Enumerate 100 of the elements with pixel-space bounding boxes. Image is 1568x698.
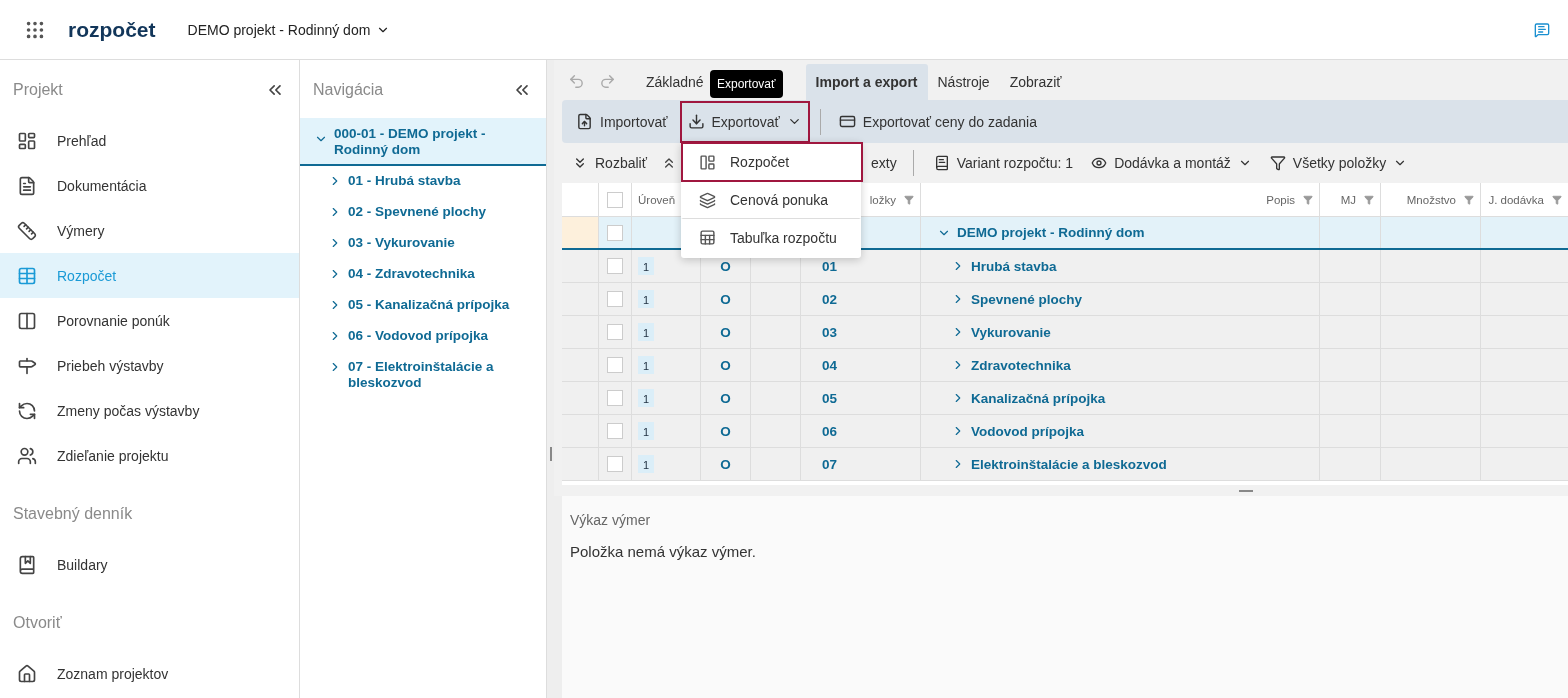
sidebar-item[interactable]: Zoznam projektov: [0, 651, 299, 696]
table-cell[interactable]: Zdravotechnika: [951, 357, 1071, 373]
table-cell: 01: [822, 258, 838, 274]
ribbon-button[interactable]: Importovať: [568, 100, 676, 143]
column-header: Popis: [1266, 193, 1295, 206]
level-badge: 1: [638, 323, 655, 341]
table-cell[interactable]: Spevnené plochy: [951, 291, 1083, 307]
card-icon: [838, 113, 856, 130]
table-cell[interactable]: Kanalizačná prípojka: [951, 390, 1106, 406]
table-cell: 07: [822, 456, 838, 472]
ribbon-button[interactable]: Exportovať: [679, 100, 810, 143]
table-cell: O: [720, 357, 731, 373]
column-header: Množstvo: [1406, 193, 1456, 206]
tree-item[interactable]: 06 - Vodovod prípojka: [300, 321, 546, 352]
table-cell: O: [720, 390, 731, 406]
sidebar-item[interactable]: Prehľad: [0, 118, 299, 163]
menu-item[interactable]: Rozpočet: [681, 142, 863, 182]
table-row[interactable]: 1 O 06 Vodovod prípojka: [562, 415, 1568, 448]
sidebar-item[interactable]: Zdieľanie projektu: [0, 433, 299, 478]
toolbar-button[interactable]: Variant rozpočtu: 1: [929, 155, 1078, 171]
level-badge: 1: [638, 389, 655, 407]
row-checkbox[interactable]: [607, 423, 623, 439]
filter-icon: [1269, 155, 1286, 171]
select-all-checkbox[interactable]: [607, 191, 623, 208]
book-icon: [933, 155, 950, 171]
row-checkbox[interactable]: [607, 258, 623, 274]
table-row[interactable]: 1 O 02 Spevnené plochy: [562, 283, 1568, 316]
section-title: Stavebný denník: [13, 505, 133, 523]
tree-item[interactable]: 05 - Kanalizačná prípojka: [300, 290, 546, 321]
row-checkbox[interactable]: [607, 456, 623, 472]
ribbon-tab[interactable]: Nástroje: [927, 64, 1000, 100]
toolbar-button[interactable]: Všetky položky: [1265, 155, 1412, 171]
table-row[interactable]: 1 O 05 Kanalizačná prípojka: [562, 382, 1568, 415]
table-cell[interactable]: Vodovod prípojka: [951, 423, 1084, 439]
table-cell: O: [720, 423, 731, 439]
project-selector[interactable]: DEMO projekt - Rodinný dom: [181, 20, 397, 39]
table-cell: O: [720, 291, 731, 307]
table-cell: 02: [822, 291, 838, 307]
eye-icon: [1091, 155, 1108, 171]
filter-icon[interactable]: [1464, 194, 1474, 205]
book-icon: [17, 554, 37, 575]
tree-item[interactable]: 01 - Hrubá stavba: [300, 166, 546, 197]
tree-item[interactable]: 07 - Elektroinštalácie a bleskozvod: [300, 352, 546, 399]
level-badge: 1: [638, 356, 655, 374]
ruler-icon: [17, 220, 37, 241]
table-cell: O: [720, 456, 731, 472]
filter-icon[interactable]: [1364, 194, 1374, 205]
app-logo: rozpočet: [68, 17, 156, 42]
table-cell[interactable]: Elektroinštalácie a bleskozvod: [951, 456, 1167, 472]
toolbar-label: exty: [870, 155, 897, 171]
tree-item[interactable]: 000-01 - DEMO projekt - Rodinný dom: [300, 118, 546, 166]
sidebar-item[interactable]: Buildary: [0, 542, 299, 587]
menu-item[interactable]: Tabuľka rozpočtu: [681, 218, 861, 258]
sidebar-item[interactable]: Priebeh výstavby: [0, 343, 299, 388]
menu-item[interactable]: Cenová ponuka: [681, 182, 861, 218]
row-checkbox[interactable]: [607, 357, 623, 373]
dashboard-icon: [17, 130, 37, 151]
table-cell: 04: [822, 357, 838, 373]
refresh-icon: [17, 400, 37, 421]
sidebar-item[interactable]: Výmery: [0, 208, 299, 253]
table-cell[interactable]: Vykurovanie: [951, 324, 1051, 340]
home-icon: [17, 663, 37, 684]
row-checkbox[interactable]: [607, 390, 623, 406]
sidebar-item[interactable]: Porovnanie ponúk: [0, 298, 299, 343]
ribbon-button[interactable]: Exportovať ceny do zadania: [830, 100, 1045, 143]
ribbon-tab[interactable]: Import a export: [805, 64, 928, 100]
filter-icon[interactable]: [1552, 194, 1562, 205]
table-cell[interactable]: Hrubá stavba: [951, 258, 1057, 274]
tree-item[interactable]: 03 - Vykurovanie: [300, 228, 546, 259]
sidebar-item[interactable]: Zmeny počas výstavby: [0, 388, 299, 433]
row-checkbox[interactable]: [607, 224, 623, 241]
layers-icon: [699, 191, 716, 209]
filter-icon[interactable]: [904, 194, 914, 205]
row-checkbox[interactable]: [607, 291, 623, 307]
panel-title: Navigácia: [313, 81, 384, 99]
table-cell: 03: [822, 324, 838, 340]
table-row[interactable]: 1 O 04 Zdravotechnika: [562, 349, 1568, 382]
toolbar-button[interactable]: Dodávka a montáž: [1087, 155, 1256, 171]
tree-item[interactable]: 02 - Spevnené plochy: [300, 197, 546, 228]
document-icon: [17, 175, 37, 196]
table-row[interactable]: 1 O 07 Elektroinštalácie a bleskozvod: [562, 448, 1568, 481]
table-cell: O: [720, 324, 731, 340]
table-cell[interactable]: DEMO projekt - Rodinný dom: [937, 225, 1145, 240]
ribbon-tab[interactable]: Zobraziť: [999, 64, 1072, 100]
filter-icon[interactable]: [1303, 194, 1313, 205]
tree-item[interactable]: 04 - Zdravotechnika: [300, 259, 546, 290]
level-badge: 1: [638, 257, 655, 275]
table-row[interactable]: 1 O 03 Vykurovanie: [562, 316, 1568, 349]
toolbar-button[interactable]: Rozbaliť: [568, 155, 651, 171]
table-icon: [17, 265, 37, 286]
row-checkbox[interactable]: [607, 324, 623, 340]
sidebar-item[interactable]: Dokumentácia: [0, 163, 299, 208]
people-icon: [17, 445, 37, 466]
chat-icon[interactable]: [1534, 21, 1550, 38]
column-header: ložky: [869, 193, 896, 206]
panel-title: Výkaz výmer: [570, 512, 652, 528]
table-row[interactable]: 1 O 01 Hrubá stavba: [562, 250, 1568, 283]
empty-message: Položka nemá výkaz výmer.: [570, 543, 757, 560]
section-title: Otvoriť: [13, 614, 62, 632]
upload-file-icon: [576, 113, 593, 130]
